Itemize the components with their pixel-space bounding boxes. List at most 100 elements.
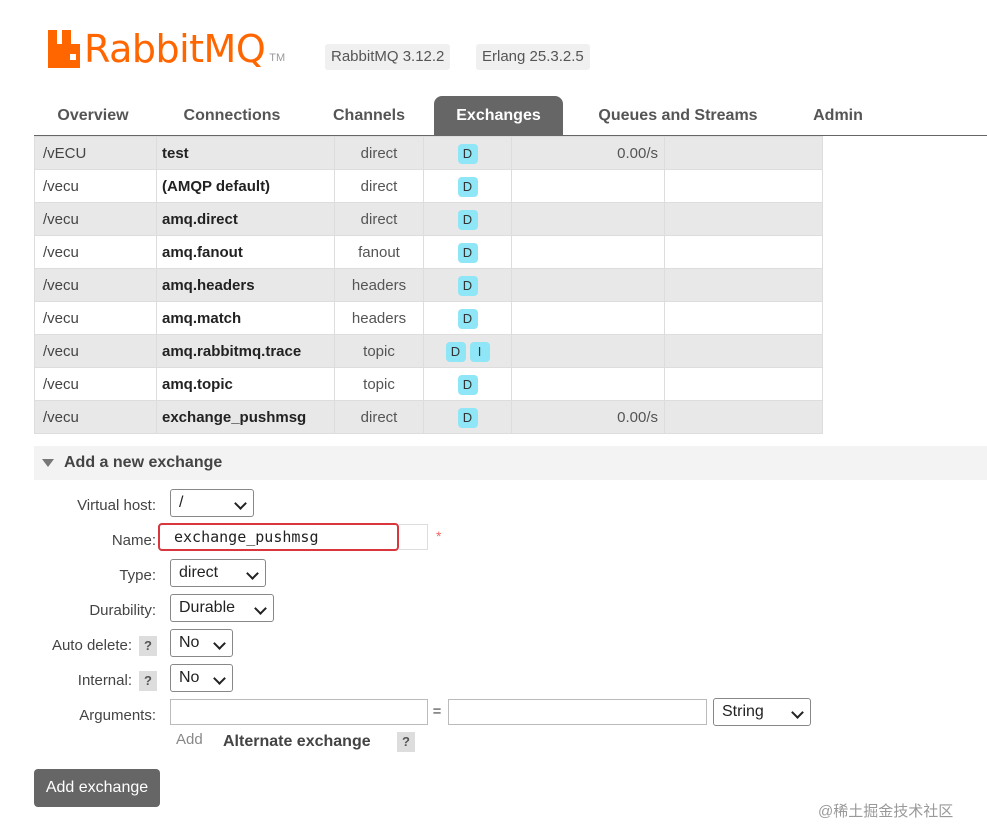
section-title: Add a new exchange [64,454,223,471]
virtual-host-label: Virtual host: [77,497,156,514]
feature-badge: D [457,210,478,230]
message-rate-out [664,235,823,269]
type-label: Type: [119,567,156,584]
exchange-type: fanout [334,235,424,269]
tab-queues-and-streams[interactable]: Queues and Streams [578,96,778,135]
name-label: Name: [111,532,156,549]
alternate-exchange-link[interactable]: Alternate exchange [223,733,371,751]
internal-select[interactable]: No [170,664,233,692]
table-row: /vecu (AMQP default) direct D [34,169,823,203]
exchanges-table: /vECU test direct D 0.00/s/vecu (AMQP default… [34,136,823,434]
exchange-type: headers [334,301,424,335]
message-rate-out [664,268,823,302]
tab-channels[interactable]: Channels [314,96,424,135]
table-row: /vecu amq.rabbitmq.trace topic D I [34,334,823,368]
version-badge: RabbitMQ 3.12.2 [325,44,451,70]
tab-exchanges[interactable]: Exchanges [434,96,563,135]
chevron-down-icon [213,637,226,650]
add-exchange-button[interactable]: Add exchange [34,769,160,807]
table-row: /vECU test direct D 0.00/s [34,136,823,170]
rabbitmq-logo[interactable]: RabbitMQ TM [48,24,285,68]
exchange-features: D [423,301,512,335]
type-select[interactable]: direct [170,559,266,587]
tab-admin[interactable]: Admin [798,96,878,135]
exchange-vhost: /vecu [34,367,157,401]
table-row: /vecu amq.match headers D [34,301,823,335]
logo-text: RabbitMQ [84,27,266,71]
exchange-type: direct [334,169,424,203]
message-rate-in [511,301,665,335]
exchange-name-link[interactable]: amq.fanout [156,235,335,269]
argument-type-select[interactable]: String [713,698,811,726]
exchange-features: DI [423,334,512,368]
argument-key-input[interactable] [170,699,428,725]
chevron-down-icon [254,602,267,615]
feature-badge: D [457,144,478,164]
exchange-type: direct [334,400,424,434]
exchange-name-link[interactable]: (AMQP default) [156,169,335,203]
exchange-type: direct [334,136,424,170]
message-rate-in: 0.00/s [511,400,665,434]
exchange-vhost: /vecu [34,202,157,236]
exchange-name-link[interactable]: amq.match [156,301,335,335]
exchange-type: direct [334,202,424,236]
exchange-name-link[interactable]: exchange_pushmsg [156,400,335,434]
exchange-name-link[interactable]: test [156,136,335,170]
exchange-name-link[interactable]: amq.direct [156,202,335,236]
chevron-down-icon [246,567,259,580]
feature-badge: D [445,342,466,362]
durability-value: Durable [179,599,236,616]
exchange-type: topic [334,367,424,401]
virtual-host-value: / [179,494,184,511]
table-row: /vecu amq.headers headers D [34,268,823,302]
message-rate-out [664,202,823,236]
message-rate-in [511,169,665,203]
message-rate-in [511,334,665,368]
auto-delete-value: No [179,634,200,651]
exchange-name-link[interactable]: amq.topic [156,367,335,401]
auto-delete-label: Auto delete: [51,637,132,654]
add-argument-link[interactable]: Add [176,731,203,748]
tab-overview[interactable]: Overview [34,96,152,135]
erlang-badge: Erlang 25.3.2.5 [476,44,590,70]
chevron-down-icon [234,497,247,510]
arguments-label: Arguments: [79,707,156,724]
exchange-features: D [423,367,512,401]
message-rate-out [664,334,823,368]
chevron-down-icon [213,672,226,685]
message-rate-in [511,235,665,269]
tab-connections[interactable]: Connections [164,96,300,135]
virtual-host-select[interactable]: / [170,489,254,517]
message-rate-out [664,301,823,335]
message-rate-out [664,169,823,203]
feature-badge: D [457,276,478,296]
exchange-features: D [423,169,512,203]
durability-select[interactable]: Durable [170,594,274,622]
alternate-exchange-help-icon[interactable]: ? [397,732,415,752]
table-row: /vecu amq.topic topic D [34,367,823,401]
feature-badge: D [457,177,478,197]
internal-help-icon[interactable]: ? [139,671,157,691]
auto-delete-help-icon[interactable]: ? [139,636,157,656]
exchange-vhost: /vecu [34,169,157,203]
exchange-name-link[interactable]: amq.rabbitmq.trace [156,334,335,368]
footer-watermark: @稀土掘金技术社区 [818,803,954,820]
internal-value: No [179,669,200,686]
exchange-name-link[interactable]: amq.headers [156,268,335,302]
main-nav-tabs: Overview Connections Channels Exchanges … [34,96,987,136]
exchange-name-input[interactable]: exchange_pushmsg [158,523,399,551]
durability-label: Durability: [89,602,156,619]
message-rate-in [511,367,665,401]
argument-value-input[interactable] [448,699,707,725]
message-rate-out [664,367,823,401]
exchange-vhost: /vecu [34,235,157,269]
auto-delete-select[interactable]: No [170,629,233,657]
feature-badge: D [457,375,478,395]
table-row: /vecu exchange_pushmsg direct D 0.00/s [34,400,823,434]
feature-badge: I [469,342,490,362]
exchange-features: D [423,235,512,269]
add-exchange-section-toggle[interactable]: Add a new exchange [34,446,987,480]
exchange-features: D [423,202,512,236]
exchange-vhost: /vecu [34,400,157,434]
table-row: /vecu amq.fanout fanout D [34,235,823,269]
